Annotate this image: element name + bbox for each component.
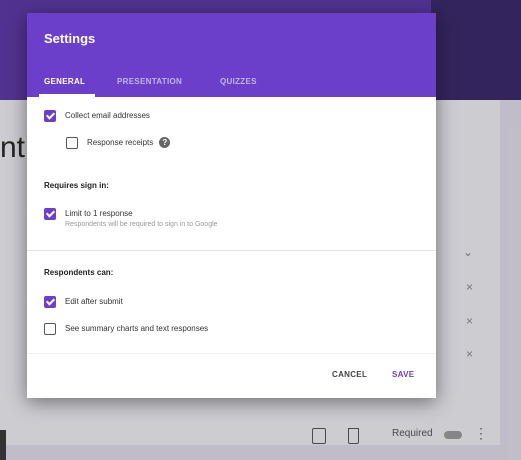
left-edge-strip	[0, 430, 6, 460]
dialog-title: Settings	[44, 31, 96, 46]
actions-divider	[27, 353, 436, 354]
respondents-can-heading: Respondents can:	[44, 268, 114, 277]
see-summary-label: See summary charts and text responses	[65, 324, 209, 333]
save-button[interactable]: SAVE	[392, 370, 414, 379]
see-summary-checkbox[interactable]	[44, 323, 56, 335]
response-receipts-option[interactable]: Response receipts ?	[66, 137, 171, 155]
collect-email-checkbox[interactable]	[44, 110, 56, 122]
see-summary-option[interactable]: See summary charts and text responses	[44, 323, 208, 341]
tab-quizzes[interactable]: QUIZZES	[220, 77, 257, 86]
collect-email-option[interactable]: Collect email addresses	[44, 110, 150, 128]
question-circle-icon[interactable]: ?	[159, 137, 171, 148]
limit-one-response-sublabel: Respondents will be required to sign in …	[65, 221, 218, 228]
edit-after-submit-option[interactable]: Edit after submit	[44, 296, 123, 314]
cancel-button[interactable]: CANCEL	[332, 370, 367, 379]
edit-after-submit-label: Edit after submit	[65, 297, 123, 306]
collect-email-label: Collect email addresses	[65, 111, 150, 120]
requires-signin-heading: Requires sign in:	[44, 181, 109, 190]
response-receipts-checkbox[interactable]	[66, 137, 78, 149]
dialog-header: Settings GENERAL PRESENTATION QUIZZES	[27, 13, 436, 97]
limit-one-response-option[interactable]: Limit to 1 response Respondents will be …	[44, 208, 218, 228]
section-divider	[27, 250, 436, 251]
edit-after-submit-checkbox[interactable]	[44, 296, 56, 308]
active-tab-indicator	[39, 94, 95, 97]
limit-one-response-checkbox[interactable]	[44, 208, 56, 220]
response-receipts-label: Response receipts	[87, 138, 154, 147]
settings-dialog: Settings GENERAL PRESENTATION QUIZZES Co…	[27, 13, 436, 398]
tab-general[interactable]: GENERAL	[44, 77, 85, 86]
limit-one-response-label: Limit to 1 response	[65, 209, 133, 218]
settings-tabs: GENERAL PRESENTATION QUIZZES	[27, 67, 436, 97]
tab-presentation[interactable]: PRESENTATION	[117, 77, 182, 86]
limit-one-response-text: Limit to 1 response Respondents will be …	[65, 208, 218, 230]
